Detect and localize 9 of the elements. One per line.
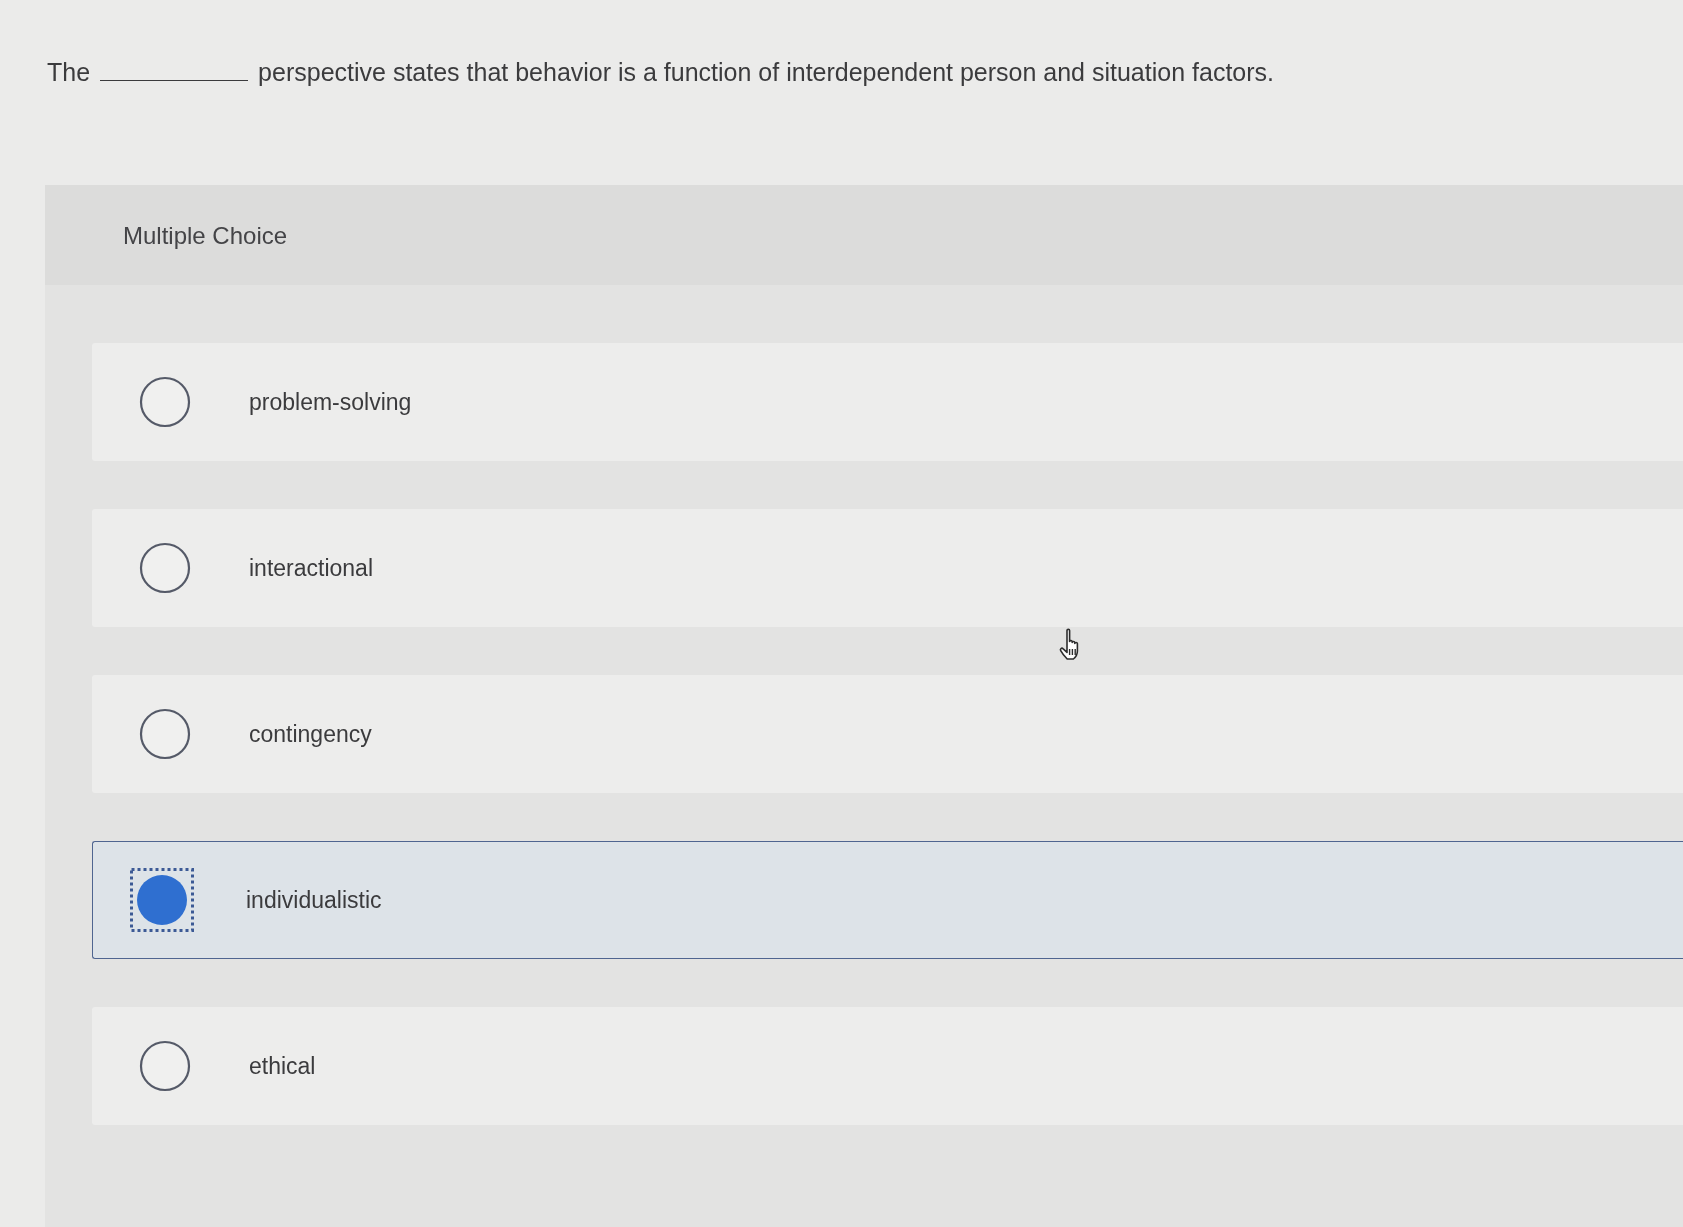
- answer-option[interactable]: interactional: [92, 509, 1683, 627]
- answer-option[interactable]: contingency: [92, 675, 1683, 793]
- question-text: The: [47, 57, 91, 88]
- answer-option[interactable]: individualistic: [92, 841, 1683, 959]
- question-text: perspective states that behavior is a function of interdependent person and situation factors.: [258, 57, 1274, 88]
- radio-button[interactable]: [130, 868, 194, 932]
- answer-option[interactable]: ethical: [92, 1007, 1683, 1125]
- panel-heading: Multiple Choice: [123, 222, 288, 249]
- answer-option[interactable]: problem-solving: [92, 343, 1683, 461]
